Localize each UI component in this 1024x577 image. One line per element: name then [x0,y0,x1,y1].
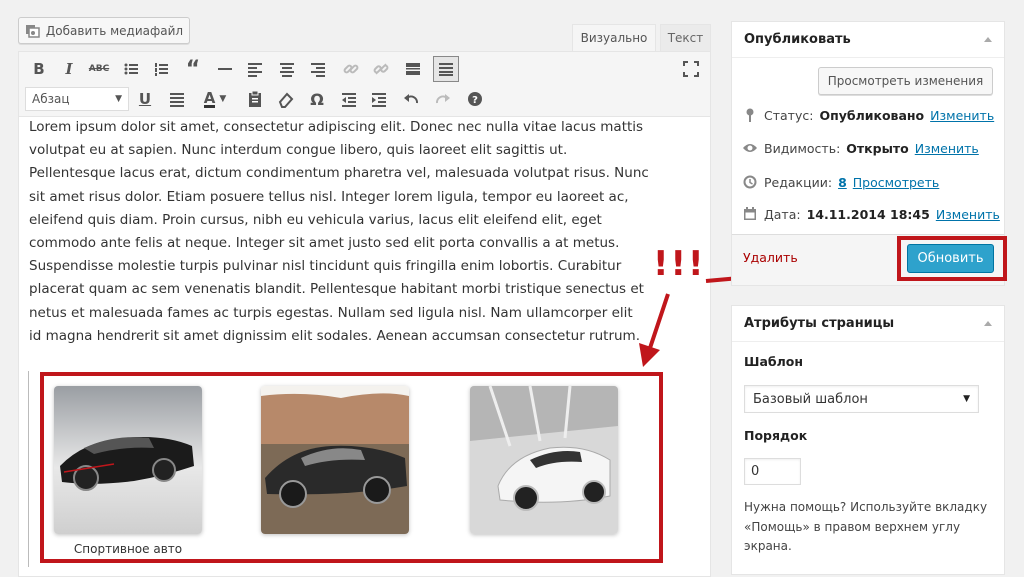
pin-icon [742,108,758,122]
justify-icon[interactable] [165,87,189,111]
publish-panel-title: Опубликовать [744,32,851,47]
undo-icon[interactable] [399,87,423,111]
template-label: Шаблон [744,354,803,369]
eye-icon [742,142,758,154]
attributes-panel-header[interactable]: Атрибуты страницы [732,306,1004,342]
date-row: Дата: 14.11.2014 18:45 Изменить [742,204,1000,224]
editor-toolbar: B I ABC “ Абзац ▼ U A ▼ Ω ? [18,51,711,117]
publish-panel-header[interactable]: Опубликовать [732,22,1004,58]
tab-text[interactable]: Текст [660,24,711,51]
text-color-icon[interactable]: A ▼ [195,87,235,111]
collapse-icon[interactable] [984,321,992,326]
media-icon [25,24,40,38]
fullscreen-icon[interactable] [679,57,703,81]
gallery-highlight-box [40,372,663,563]
format-select[interactable]: Абзац ▼ [25,87,129,111]
align-center-icon[interactable] [275,57,299,81]
help-text: Нужна помощь? Используйте вкладку «Помощ… [744,500,988,553]
indent-icon[interactable] [367,87,391,111]
svg-text:?: ? [472,95,478,106]
toolbar-toggle-icon[interactable] [433,56,459,82]
visibility-row: Видимость: Открыто Изменить [742,138,979,158]
visibility-edit-link[interactable]: Изменить [915,141,979,156]
special-char-icon[interactable]: Ω [305,87,329,111]
order-input[interactable]: 0 [744,458,801,485]
status-row: Статус: Опубликовано Изменить [742,105,994,125]
horizontal-rule-icon[interactable] [213,57,237,81]
blockquote-icon[interactable]: “ [181,57,205,82]
template-select-value: Базовый шаблон [753,391,868,407]
read-more-icon[interactable] [401,57,425,81]
redo-icon[interactable] [431,87,455,111]
visibility-label: Видимость: [764,140,841,156]
chevron-down-icon: ▼ [963,394,970,404]
annotation-text: !!! [653,244,706,284]
delete-link[interactable]: Удалить [743,250,798,265]
revisions-row: Редакции: 8 Просмотреть [742,172,939,192]
revisions-count-link[interactable]: 8 [838,175,847,190]
editor-content[interactable]: Lorem ipsum dolor sit amet, consectetur … [29,116,649,348]
update-button[interactable]: Обновить [907,244,994,273]
date-edit-link[interactable]: Изменить [936,207,1000,222]
attributes-panel-title: Атрибуты страницы [744,316,895,331]
status-edit-link[interactable]: Изменить [930,108,994,123]
format-select-value: Абзац [32,92,70,106]
numbered-list-icon[interactable] [149,57,173,81]
help-icon[interactable]: ? [463,87,487,111]
visibility-value: Открыто [846,140,909,156]
collapse-icon[interactable] [984,37,992,42]
status-value: Опубликовано [819,107,925,123]
align-left-icon[interactable] [243,57,267,81]
outdent-icon[interactable] [337,87,361,111]
date-label: Дата: [764,206,801,222]
gallery-divider [28,371,29,567]
order-label: Порядок [744,428,808,443]
template-select[interactable]: Базовый шаблон ▼ [744,385,979,413]
status-label: Статус: [764,107,814,123]
link-icon[interactable] [339,57,363,81]
strikethrough-icon[interactable]: ABC [87,57,111,81]
add-media-label: Добавить медиафайл [45,23,184,38]
date-value: 14.11.2014 18:45 [806,206,930,222]
preview-changes-button[interactable]: Просмотреть изменения [818,67,993,95]
chevron-down-icon: ▼ [115,94,122,104]
align-right-icon[interactable] [306,57,330,81]
bullet-list-icon[interactable] [119,57,143,81]
history-icon [742,175,758,189]
calendar-icon [742,207,758,221]
tab-visual[interactable]: Визуально [572,24,656,51]
revisions-browse-link[interactable]: Просмотреть [853,175,940,190]
bold-icon[interactable]: B [27,57,51,81]
paste-text-icon[interactable] [243,87,267,111]
clear-format-icon[interactable] [273,87,297,111]
revisions-label: Редакции: [764,174,833,190]
unlink-icon[interactable] [369,57,393,81]
italic-icon[interactable]: I [57,57,81,81]
add-media-button[interactable]: Добавить медиафайл [18,17,190,44]
underline-icon[interactable]: U [133,87,157,111]
